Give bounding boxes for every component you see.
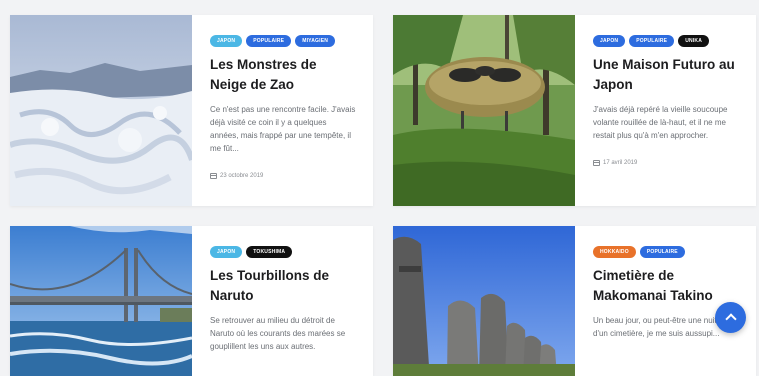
calendar-icon: [210, 173, 217, 179]
tag-japon[interactable]: Japon: [210, 246, 243, 258]
post-card[interactable]: Japon Tokushima Les Tourbillons de Narut…: [10, 226, 373, 376]
post-date: 23 octobre 2019: [210, 173, 357, 179]
post-title[interactable]: Les Monstres de Neige de Zao: [210, 55, 357, 95]
chevron-up-icon: [724, 313, 737, 325]
post-title[interactable]: Une Maison Futuro au Japon: [593, 55, 740, 95]
post-thumbnail-snow-monsters[interactable]: [10, 15, 192, 206]
tag-populaire[interactable]: Populaire: [629, 35, 675, 47]
post-excerpt: Se retrouver au milieu du détroit de Nar…: [210, 316, 346, 351]
post-date: 17 avril 2019: [593, 160, 740, 166]
post-date-text: 17 avril 2019: [603, 160, 638, 166]
tag-unika[interactable]: Unika: [678, 35, 710, 47]
post-card[interactable]: Hokkaido Populaire Cimetière de Makomana…: [393, 226, 756, 376]
tag-populaire[interactable]: Populaire: [639, 246, 685, 258]
post-title[interactable]: Les Tourbillons de Naruto: [210, 266, 357, 306]
post-thumbnail-naruto-bridge[interactable]: [10, 226, 192, 376]
tag-hokkaido[interactable]: Hokkaido: [593, 246, 636, 258]
post-thumbnail-futuro-house[interactable]: [393, 15, 575, 206]
post-card[interactable]: Japon Populaire Miyagien Les Monstres de…: [10, 15, 373, 206]
tag-japon[interactable]: Japon: [593, 35, 626, 47]
post-thumbnail-moai-cemetery[interactable]: [393, 226, 575, 376]
scroll-to-top-button[interactable]: [715, 302, 746, 333]
post-card[interactable]: Japon Populaire Unika Une Maison Futuro …: [393, 15, 756, 206]
post-excerpt: J'avais déjà repéré la vieille soucoupe …: [593, 105, 728, 140]
post-date-text: 23 octobre 2019: [220, 173, 264, 179]
calendar-icon: [593, 160, 600, 166]
tag-japon[interactable]: Japon: [210, 35, 243, 47]
post-title[interactable]: Cimetière de Makomanai Takino: [593, 266, 740, 306]
tag-populaire[interactable]: Populaire: [246, 35, 292, 47]
tag-miyagien[interactable]: Miyagien: [295, 35, 336, 47]
post-excerpt: Ce n'est pas une rencontre facile. J'ava…: [210, 105, 356, 153]
tag-tokushima[interactable]: Tokushima: [246, 246, 293, 258]
